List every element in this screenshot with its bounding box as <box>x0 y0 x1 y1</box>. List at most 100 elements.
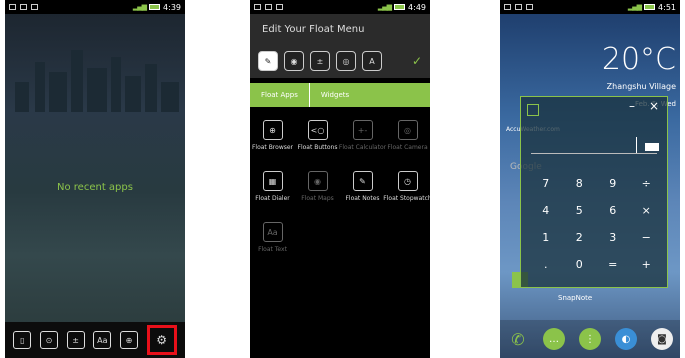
float-app-label: Float Buttons <box>297 144 338 151</box>
signal-icon: ▂▄▆ <box>377 3 392 11</box>
mail-icon <box>31 4 38 10</box>
float-app-label: Float Notes <box>345 195 380 202</box>
calc-key[interactable]: + <box>630 258 664 271</box>
signal-icon: ▂▄▆ <box>627 3 642 11</box>
display-line <box>531 153 657 154</box>
calc-key[interactable]: 2 <box>563 231 597 244</box>
home-dock: ✆ … ⋮ ◐ ◙ <box>500 320 680 358</box>
camera-slot-icon[interactable]: ◎ <box>336 51 356 71</box>
calc-key[interactable]: ÷ <box>630 177 664 190</box>
calc-key[interactable]: 4 <box>529 204 563 217</box>
float-app-icon: ◉ <box>307 171 328 191</box>
calculator-icon <box>527 104 539 116</box>
calc-key[interactable]: 0 <box>563 258 597 271</box>
calc-key[interactable]: 8 <box>563 177 597 190</box>
float-app-icon: ✎ <box>352 171 373 191</box>
float-menu-slots: ✎ ◉ ± ◎ A ✓ <box>250 44 430 78</box>
image-icon <box>515 4 522 10</box>
text-slot-icon[interactable]: A <box>362 51 382 71</box>
notes-slot-icon[interactable]: ✎ <box>258 51 278 71</box>
float-apps-tray: ▯ ⊙ ± Aa ⊕ ⚙ <box>5 322 185 358</box>
wallpaper <box>5 14 185 336</box>
float-app-label: Float Dialer <box>255 195 290 202</box>
tab-bar: Float Apps Widgets <box>250 83 430 107</box>
calc-key[interactable]: 3 <box>596 231 630 244</box>
minimize-icon[interactable]: – <box>629 99 635 113</box>
signal-icon: ▂▄▆ <box>132 3 147 11</box>
status-time: 4:51 <box>658 2 676 12</box>
float-app-label: Float Browser <box>251 144 294 151</box>
status-bar: ▂▄▆ 4:39 <box>5 0 185 14</box>
float-app-label: Float Text <box>258 246 287 253</box>
float-app-label: Float Camera <box>387 144 428 151</box>
settings-highlight: ⚙ <box>146 325 177 355</box>
float-app-item[interactable]: ▦ Float Dialer <box>250 171 295 202</box>
float-app-item[interactable]: ◎ Float Camera <box>385 120 430 151</box>
globe-icon[interactable]: ⊕ <box>119 331 138 349</box>
camera-icon[interactable]: ◙ <box>651 328 673 350</box>
float-app-label: Float Stopwatch <box>383 195 430 202</box>
tab-float-apps[interactable]: Float Apps <box>250 83 310 107</box>
confirm-check-icon[interactable]: ✓ <box>412 54 422 68</box>
float-app-label: Float Calculator <box>338 144 387 151</box>
backspace-icon[interactable] <box>645 143 659 151</box>
input-cursor <box>636 137 637 153</box>
mail-icon <box>276 4 283 10</box>
float-app-label: Float Maps <box>301 195 334 202</box>
messages-icon[interactable]: … <box>543 328 565 350</box>
calc-key[interactable]: 5 <box>563 204 597 217</box>
float-app-item[interactable]: ◉ Float Maps <box>295 171 340 202</box>
float-app-icon: +- <box>352 120 373 140</box>
calc-key[interactable]: = <box>596 258 630 271</box>
float-app-item[interactable]: +- Float Calculator <box>338 120 387 151</box>
calculator-icon[interactable]: ± <box>66 331 85 349</box>
map-slot-icon[interactable]: ◉ <box>284 51 304 71</box>
snapnote-label: SnapNote <box>558 294 593 302</box>
gear-icon[interactable]: ⚙ <box>153 331 171 349</box>
phone-edit-float-menu: ▂▄▆ 4:49 Edit Your Float Menu ✎ ◉ ± ◎ A ✓… <box>250 0 430 358</box>
calc-key[interactable]: 7 <box>529 177 563 190</box>
calc-key[interactable]: − <box>630 231 664 244</box>
calc-key[interactable]: 6 <box>596 204 630 217</box>
float-apps-grid: ⊕ Float Browser <○ Float Buttons +- Float Cal… <box>250 120 430 253</box>
calc-key[interactable]: × <box>630 204 664 217</box>
float-app-icon: ▦ <box>262 171 283 191</box>
text-icon[interactable]: Aa <box>93 331 112 349</box>
notification-icon <box>254 4 261 10</box>
tab-widgets[interactable]: Widgets <box>310 83 360 107</box>
phone-recent-apps: ▂▄▆ 4:39 No recent apps ▯ ⊙ ± Aa ⊕ ⚙ <box>5 0 185 358</box>
battery-icon <box>394 4 406 10</box>
calc-key[interactable]: 9 <box>596 177 630 190</box>
image-icon <box>20 4 27 10</box>
float-app-icon: ⊕ <box>262 120 283 140</box>
mail-icon <box>526 4 533 10</box>
status-bar: ▂▄▆ 4:51 <box>500 0 680 14</box>
close-icon[interactable]: × <box>649 99 659 113</box>
phone-icon[interactable]: ✆ <box>507 328 529 350</box>
float-app-item[interactable]: ◷ Float Stopwatch <box>383 171 430 202</box>
browser-icon[interactable]: ◐ <box>615 328 637 350</box>
float-app-icon: ◎ <box>397 120 418 140</box>
city-name: Zhangshu Village <box>606 82 676 91</box>
notification-icon <box>9 4 16 10</box>
page-title: Edit Your Float Menu <box>250 14 430 44</box>
status-time: 4:39 <box>163 2 181 12</box>
status-bar: ▂▄▆ 4:49 <box>250 0 430 14</box>
calculator-slot-icon[interactable]: ± <box>310 51 330 71</box>
float-calculator: – × 7 8 9 ÷ 4 5 6 × 1 2 3−. 0 = + <box>520 96 668 288</box>
float-app-icon: Aa <box>262 222 283 242</box>
float-app-icon: <○ <box>307 120 328 140</box>
phone-home-calculator: ▂▄▆4:51 20°C Zhangshu Village Feb. 5, We… <box>500 0 680 358</box>
float-app-item[interactable]: ⊕ Float Browser <box>250 120 295 151</box>
calc-key[interactable]: . <box>529 258 563 271</box>
float-app-item[interactable]: ✎ Float Notes <box>340 171 385 202</box>
temperature: 20°C <box>601 42 676 77</box>
battery-icon <box>149 4 161 10</box>
map-pin-icon[interactable]: ⊙ <box>39 331 58 349</box>
float-app-item[interactable]: Aa Float Text <box>250 222 295 253</box>
calc-key[interactable]: 1 <box>529 231 563 244</box>
apps-icon[interactable]: ⋮ <box>579 328 601 350</box>
calculator-keypad: 7 8 9 ÷ 4 5 6 × 1 2 3−. 0 = + <box>529 177 663 271</box>
float-app-item[interactable]: <○ Float Buttons <box>295 120 340 151</box>
notes-icon[interactable]: ▯ <box>13 331 32 349</box>
